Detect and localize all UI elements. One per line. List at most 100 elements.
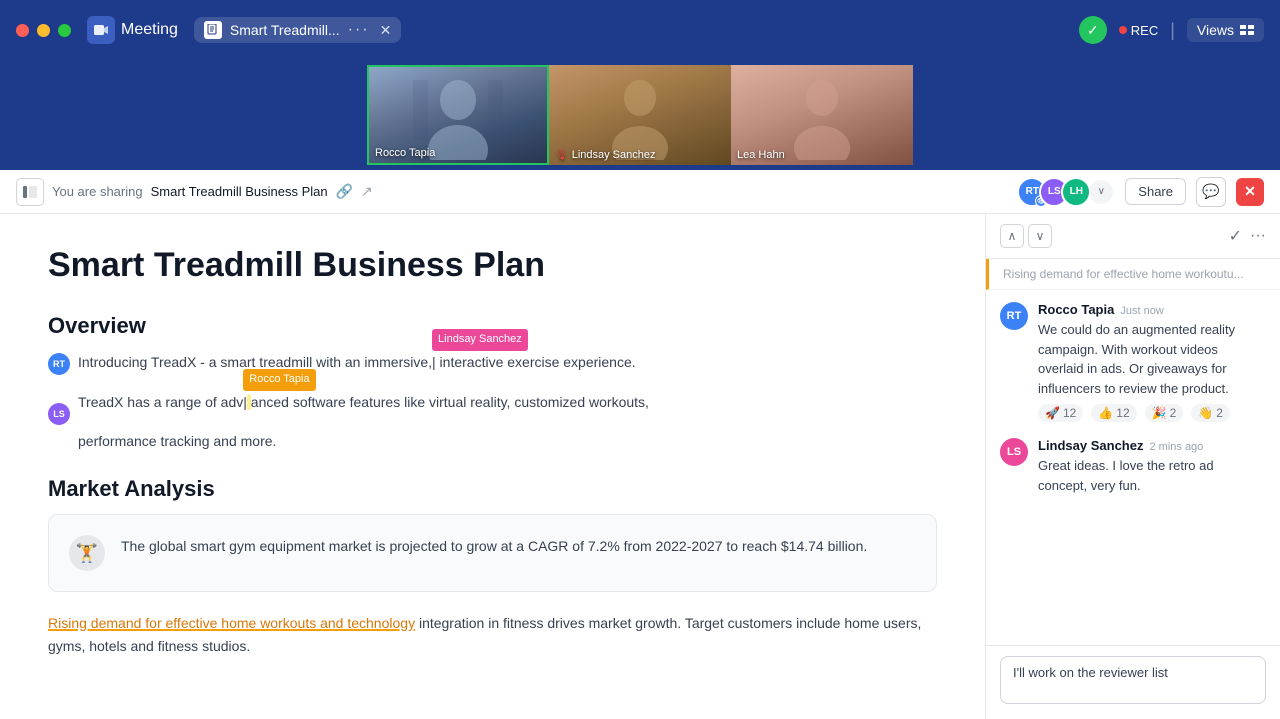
market-heading: Market Analysis xyxy=(48,476,937,502)
overview-text-block: Introducing TreadX - a smart treadmill w… xyxy=(78,351,649,468)
comment-input-area xyxy=(986,645,1280,719)
nav-prev-button[interactable]: ∧ xyxy=(1000,224,1024,248)
close-sharing-button[interactable]: ✕ xyxy=(1236,178,1264,206)
views-button[interactable]: Views xyxy=(1187,18,1264,42)
video-strip: Rocco Tapia 🎙 Lindsay Sanchez Lea Hahn xyxy=(0,60,1280,170)
inline-avatar-rt: RT xyxy=(48,353,70,375)
rec-badge: REC xyxy=(1119,23,1158,38)
sharing-bar: You are sharing Smart Treadmill Business… xyxy=(0,170,1280,214)
comment-reactions-0: 🚀 12 👍 12 🎉 2 xyxy=(1038,404,1266,422)
sharing-text: You are sharing xyxy=(52,184,143,199)
divider: | xyxy=(1170,20,1175,41)
wave-count: 2 xyxy=(1216,406,1223,420)
nav-next-button[interactable]: ∨ xyxy=(1028,224,1052,248)
market-stat-box: 🏋 The global smart gym equipment market … xyxy=(48,514,937,592)
tab[interactable]: Smart Treadmill... ··· ✕ xyxy=(194,17,401,43)
sharing-doc-name: Smart Treadmill Business Plan xyxy=(151,184,328,199)
overview-text-2: interactive exercise experience. xyxy=(436,354,636,370)
cursor-label-lindsay: Lindsay Sanchez xyxy=(432,329,528,351)
thumbs-count: 12 xyxy=(1116,406,1129,420)
maximize-button[interactable] xyxy=(58,24,71,37)
comment-header-1: Lindsay Sanchez 2 mins ago xyxy=(1038,438,1266,453)
rocket-count: 12 xyxy=(1063,406,1076,420)
sidebar-toggle-button[interactable] xyxy=(16,178,44,206)
comment-text-0: We could do an augmented reality campaig… xyxy=(1038,320,1266,398)
app-icon xyxy=(87,16,115,44)
external-link-icon[interactable]: ↗ xyxy=(361,183,373,200)
rocco-cursor: Rocco Tapia| xyxy=(243,391,247,413)
reaction-rocket[interactable]: 🚀 12 xyxy=(1038,404,1083,422)
tada-emoji: 🎉 xyxy=(1152,406,1167,420)
document-area: Smart Treadmill Business Plan Overview R… xyxy=(0,214,985,719)
meeting-label: Meeting xyxy=(121,21,178,39)
rocket-emoji: 🚀 xyxy=(1045,406,1060,420)
more-options-icon[interactable]: ··· xyxy=(1250,227,1266,245)
comment-item-0: RT Rocco Tapia Just now We could do an a… xyxy=(1000,302,1266,422)
reaction-tada[interactable]: 🎉 2 xyxy=(1145,404,1184,422)
rec-label: REC xyxy=(1131,23,1158,38)
rising-highlighted: Rising demand for effective home workout… xyxy=(48,615,415,631)
sharing-bar-right: RT 👁 LS LH ∨ Share 💬 ✕ xyxy=(1017,177,1264,207)
video-participant-1[interactable]: 🎙 Lindsay Sanchez xyxy=(549,65,731,165)
tada-count: 2 xyxy=(1170,406,1177,420)
avatar-2: LH xyxy=(1061,177,1091,207)
wave-emoji: 👋 xyxy=(1198,406,1213,420)
avatar-more[interactable]: ∨ xyxy=(1087,178,1115,206)
comment-time-1: 2 mins ago xyxy=(1149,441,1203,453)
content-row: Smart Treadmill Business Plan Overview R… xyxy=(0,214,1280,719)
comment-button[interactable]: 💬 xyxy=(1196,177,1226,207)
main-area: You are sharing Smart Treadmill Business… xyxy=(0,170,1280,719)
titlebar: Meeting Smart Treadmill... ··· ✕ ✓ REC |… xyxy=(0,0,1280,60)
overview-text-3: TreadX has a range of adv xyxy=(78,394,243,410)
comment-list: RT Rocco Tapia Just now We could do an a… xyxy=(986,290,1280,645)
minimize-button[interactable] xyxy=(37,24,50,37)
comment-panel-header: ∧ ∨ ✓ ··· xyxy=(986,214,1280,259)
tab-doc-icon xyxy=(204,21,222,39)
nav-arrows: ∧ ∨ xyxy=(1000,224,1052,248)
resolve-icon[interactable]: ✓ xyxy=(1229,226,1242,246)
market-stat-text: The global smart gym equipment market is… xyxy=(121,535,867,557)
thread-label-text: Rising demand for effective home workout… xyxy=(1003,267,1244,281)
avatar-group: RT 👁 LS LH ∨ xyxy=(1017,177,1115,207)
comment-time-0: Just now xyxy=(1120,305,1163,317)
video-participant-2[interactable]: Lea Hahn xyxy=(731,65,913,165)
overview-text-1: Introducing TreadX - a smart treadmill w… xyxy=(78,354,432,370)
comment-body-0: Rocco Tapia Just now We could do an augm… xyxy=(1038,302,1266,422)
tab-more-button[interactable]: ··· xyxy=(348,21,370,39)
comment-avatar-0: RT xyxy=(1000,302,1028,330)
comment-text-1: Great ideas. I love the retro ad concept… xyxy=(1038,456,1266,495)
close-button[interactable] xyxy=(16,24,29,37)
link-icon[interactable]: 🔗 xyxy=(336,183,353,200)
reaction-wave[interactable]: 👋 2 xyxy=(1191,404,1230,422)
video-name-1: 🎙 Lindsay Sanchez xyxy=(555,149,655,161)
meeting-app-icon: Meeting xyxy=(87,16,178,44)
overview-p1: Introducing TreadX - a smart treadmill w… xyxy=(78,351,649,373)
comment-avatar-1: LS xyxy=(1000,438,1028,466)
overview-p2: TreadX has a range of adv Rocco Tapia| a… xyxy=(78,389,649,413)
avatar-column: RT LS xyxy=(48,353,70,468)
overview-text-4: anced software features like virtual rea… xyxy=(251,394,649,410)
comment-panel: ∧ ∨ ✓ ··· Rising demand for effective ho… xyxy=(985,214,1280,719)
doc-title: Smart Treadmill Business Plan xyxy=(48,246,937,285)
market-icon: 🏋 xyxy=(69,535,105,571)
thread-label: Rising demand for effective home workout… xyxy=(986,259,1280,290)
panel-actions: ✓ ··· xyxy=(1229,226,1266,246)
thumbs-emoji: 👍 xyxy=(1098,406,1113,420)
comment-input[interactable] xyxy=(1000,656,1266,704)
inline-avatar-ls: LS xyxy=(48,403,70,425)
lindsay-cursor: Lindsay Sanchez| xyxy=(432,351,436,373)
video-participant-0[interactable]: Rocco Tapia xyxy=(367,65,549,165)
tab-close-button[interactable]: ✕ xyxy=(380,22,392,39)
share-button[interactable]: Share xyxy=(1125,178,1186,205)
video-name-2: Lea Hahn xyxy=(737,149,785,161)
comment-header-0: Rocco Tapia Just now xyxy=(1038,302,1266,317)
titlebar-right: ✓ REC | Views xyxy=(1079,16,1264,44)
comment-author-0: Rocco Tapia xyxy=(1038,302,1114,317)
views-label: Views xyxy=(1197,22,1234,38)
shield-icon: ✓ xyxy=(1079,16,1107,44)
comment-author-1: Lindsay Sanchez xyxy=(1038,438,1143,453)
rec-dot xyxy=(1119,26,1127,34)
mic-off-icon: 🎙 xyxy=(555,150,568,161)
comment-item-1: LS Lindsay Sanchez 2 mins ago Great idea… xyxy=(1000,438,1266,495)
reaction-thumbs[interactable]: 👍 12 xyxy=(1091,404,1136,422)
